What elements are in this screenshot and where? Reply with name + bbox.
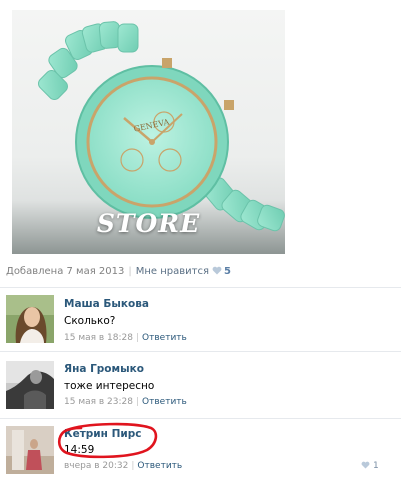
comment-footer: 15 мая в 18:28 | Ответить [64, 333, 187, 343]
like-count[interactable]: 5 [224, 266, 231, 277]
comment-item: Яна Громыко тоже интересно 15 мая в 23:2… [0, 359, 401, 415]
comment-time[interactable]: 15 мая в 18:28 [64, 333, 133, 343]
comment-author[interactable]: Маша Быкова [64, 298, 149, 310]
meta-separator: | [128, 266, 132, 277]
post-photo[interactable]: GENEVA STORE [12, 10, 285, 254]
like-button[interactable]: Мне нравится [136, 266, 209, 277]
comment-text: тоже интересно [64, 380, 155, 392]
reply-link[interactable]: Ответить [142, 397, 187, 407]
avatar[interactable] [6, 361, 54, 409]
comment-time[interactable]: 15 мая в 23:28 [64, 397, 133, 407]
reply-link[interactable]: Ответить [137, 461, 182, 471]
divider [0, 351, 401, 352]
comment-text: Сколько? [64, 315, 116, 327]
comment-like[interactable]: 1 [361, 461, 379, 471]
heart-icon[interactable] [361, 461, 370, 469]
comment-like-count[interactable]: 1 [373, 461, 379, 471]
highlight-circle-mark [57, 422, 158, 459]
comment-footer: 15 мая в 23:28 | Ответить [64, 397, 187, 407]
avatar[interactable] [6, 426, 54, 474]
added-date: Добавлена 7 мая 2013 [6, 266, 125, 277]
comment-time[interactable]: вчера в 20:32 [64, 461, 128, 471]
divider [0, 287, 401, 288]
comment-item: Маша Быкова Сколько? 15 мая в 18:28 | Отве… [0, 294, 401, 350]
divider [0, 418, 401, 419]
post-meta: Добавлена 7 мая 2013 | Мне нравится 5 [6, 266, 231, 277]
heart-icon[interactable] [212, 266, 222, 275]
reply-link[interactable]: Ответить [142, 333, 187, 343]
comment-footer: вчера в 20:32 | Ответить [64, 461, 182, 471]
comment-author[interactable]: Яна Громыко [64, 363, 144, 375]
footer-separator: | [136, 333, 140, 343]
footer-separator: | [136, 397, 140, 407]
photo-caption: STORE [96, 209, 201, 238]
avatar[interactable] [6, 295, 54, 343]
